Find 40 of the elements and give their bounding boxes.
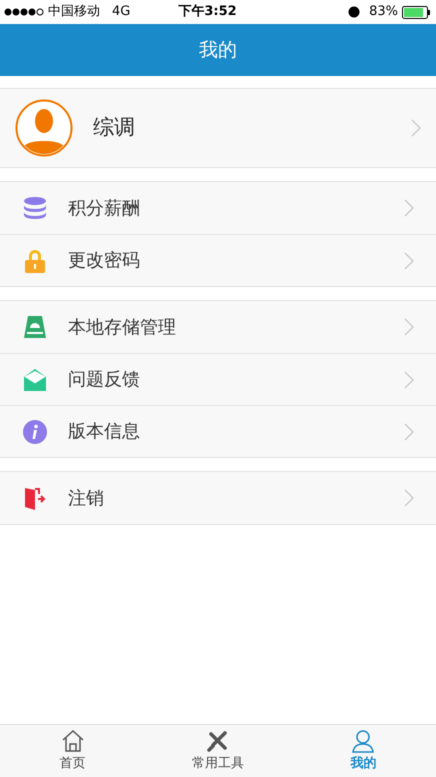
chevron-icon <box>404 199 414 217</box>
profile-row[interactable]: 综调 <box>0 88 436 168</box>
tab[interactable]: 常用工具 <box>145 725 291 777</box>
menu-label: 问题反馈 <box>68 368 141 392</box>
profile-name: 综调 <box>93 114 136 142</box>
battery-percent: 83% <box>369 3 398 22</box>
info-icon <box>22 418 48 444</box>
tab[interactable]: 首页 <box>0 725 146 777</box>
menu-item[interactable]: 更改密码 <box>0 234 436 286</box>
coins-icon <box>22 195 48 221</box>
carrier-text: 中国移动 <box>48 3 100 22</box>
chevron-icon <box>404 318 414 336</box>
home-icon <box>60 728 86 754</box>
chevron-icon <box>404 422 414 440</box>
menu-label: 注销 <box>68 486 105 510</box>
header-title: 我的 <box>199 38 237 63</box>
menu-label: 更改密码 <box>68 249 141 273</box>
network-text: 4G <box>112 3 130 22</box>
battery-icon <box>402 6 432 18</box>
menu-label: 版本信息 <box>68 420 141 444</box>
signal-icon <box>4 8 44 16</box>
menu-item[interactable]: 版本信息 <box>0 405 436 457</box>
menu-item[interactable]: 积分薪酬 <box>0 182 436 234</box>
storage-icon <box>22 314 48 340</box>
chevron-icon <box>404 252 414 270</box>
menu-item[interactable]: 本地存储管理 <box>0 301 436 353</box>
tab[interactable]: 我的 <box>290 725 436 777</box>
logout-icon <box>22 485 48 511</box>
menu-item[interactable]: 问题反馈 <box>0 353 436 405</box>
chevron-icon <box>404 370 414 388</box>
envelope-icon <box>22 366 48 392</box>
menu-label: 本地存储管理 <box>68 316 177 340</box>
chevron-icon <box>404 489 414 507</box>
menu-label: 积分薪酬 <box>68 196 141 220</box>
time-text: 下午3:52 <box>178 3 237 22</box>
lock-icon <box>22 248 48 274</box>
menu-item[interactable]: 注销 <box>0 472 436 524</box>
user-icon <box>350 728 376 754</box>
chevron-icon <box>411 119 421 137</box>
avatar-icon <box>15 99 73 157</box>
